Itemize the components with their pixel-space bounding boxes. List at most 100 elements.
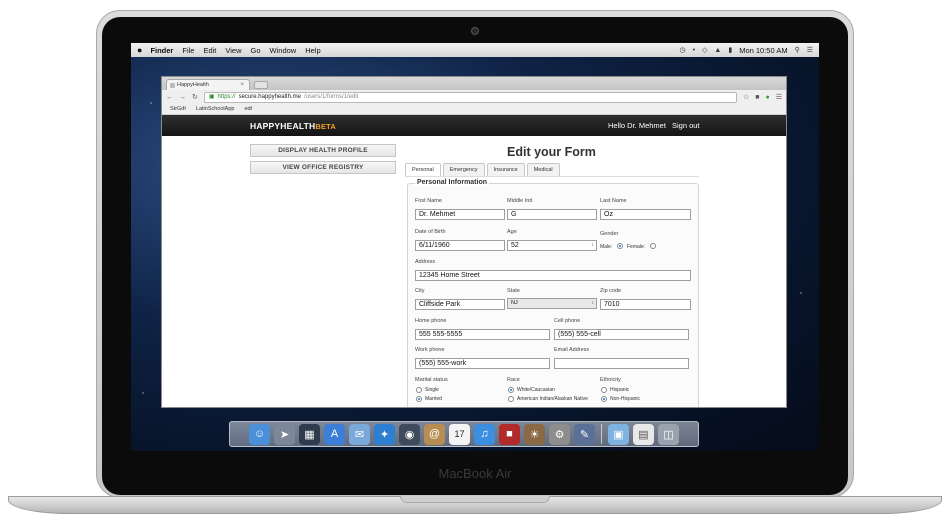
menu-help[interactable]: Help — [305, 46, 320, 55]
ethnicity-hispanic-radio[interactable] — [601, 387, 607, 393]
wifi-icon[interactable]: ◇ — [702, 46, 707, 54]
launchpad-icon[interactable]: ➤ — [274, 423, 295, 445]
age-label: Age — [507, 229, 517, 235]
system-preferences-icon[interactable]: ⚙ — [549, 423, 570, 445]
dock-separator — [601, 424, 602, 444]
marital-married-radio[interactable] — [416, 396, 422, 402]
new-tab-button[interactable] — [254, 81, 268, 89]
close-tab-icon[interactable]: × — [240, 82, 244, 88]
work-phone-label: Work phone — [415, 347, 445, 353]
forward-arrow-icon[interactable]: → — [179, 94, 186, 101]
browser-tabbar: HappyHealth × — [162, 77, 786, 90]
gender-male-radio[interactable] — [617, 243, 623, 249]
gender-female-radio[interactable] — [650, 243, 656, 249]
cell-phone-input[interactable]: (555) 555-cell — [554, 329, 689, 340]
race-native-radio[interactable] — [508, 396, 514, 402]
race-white-radio[interactable] — [508, 387, 514, 393]
tab-medical[interactable]: Medical — [526, 163, 560, 177]
tab-personal[interactable]: Personal — [405, 163, 441, 177]
browser-window: HappyHealth × ← → ↻ ▣ https://secure.hap… — [161, 76, 787, 408]
app-store-icon[interactable]: A — [324, 423, 345, 445]
greeting-text: Hello Dr. Mehmet — [608, 121, 666, 130]
ethnicity-non-hispanic-radio[interactable] — [601, 396, 607, 402]
cell-phone-label: Cell phone — [554, 318, 581, 324]
ethnicity-hispanic-label: Hispanic — [610, 387, 630, 393]
textedit-icon[interactable]: ✎ — [574, 423, 595, 445]
volume-icon[interactable]: ▲ — [714, 47, 721, 54]
city-label: City — [415, 288, 425, 294]
logo-beta: BETA — [315, 122, 336, 131]
trash-icon[interactable]: ◫ — [658, 423, 679, 445]
chrome-menu-icon[interactable]: ☰ — [776, 93, 782, 101]
extension-icon[interactable]: ■ — [755, 94, 759, 101]
stepper-arrows-icon[interactable]: ↕ — [592, 241, 595, 250]
middle-init-input[interactable]: G — [507, 209, 597, 220]
bookmarks-bar: StrGdt LatinSchoolApp edt — [162, 104, 786, 115]
menu-edit[interactable]: Edit — [203, 46, 216, 55]
mission-control-icon[interactable]: ▦ — [299, 423, 320, 445]
marital-single-radio[interactable] — [416, 387, 422, 393]
address-bar[interactable]: ▣ https://secure.happyhealth.me/users/1/… — [203, 91, 737, 103]
tab-emergency[interactable]: Emergency — [442, 163, 485, 177]
work-phone-input[interactable]: (555) 555-work — [415, 358, 550, 369]
spotlight-search-icon[interactable]: ⚲ — [795, 46, 800, 54]
mail-icon[interactable]: ✉ — [349, 423, 370, 445]
bookmark-star-icon[interactable]: ☆ — [743, 93, 749, 101]
browser-tab[interactable]: HappyHealth × — [166, 79, 250, 90]
documents-icon[interactable]: ▤ — [633, 423, 654, 445]
contacts-icon[interactable]: @ — [424, 423, 445, 445]
last-name-label: Last Name — [600, 198, 627, 204]
back-arrow-icon[interactable]: ← — [166, 94, 173, 101]
menu-window[interactable]: Window — [270, 46, 297, 55]
facetime-icon[interactable]: ◉ — [399, 423, 420, 445]
tab-insurance[interactable]: Insurance — [486, 163, 525, 177]
view-office-registry-button[interactable]: VIEW OFFICE REGISTRY — [250, 161, 396, 174]
age-stepper[interactable]: 52 ↕ — [507, 240, 597, 251]
bookmark-item[interactable]: edt — [244, 106, 252, 112]
iphoto-icon[interactable]: ☀ — [524, 423, 545, 445]
dob-label: Date of Birth — [415, 229, 446, 235]
time-machine-icon[interactable]: ◷ — [679, 46, 685, 54]
calendar-icon[interactable]: 17 — [449, 423, 470, 445]
zip-input[interactable]: 7010 — [600, 299, 691, 310]
first-name-input[interactable]: Dr. Mehmet — [415, 209, 505, 220]
apple-menu-icon[interactable]: ● — [137, 45, 142, 55]
menu-app-name[interactable]: Finder — [150, 46, 173, 55]
itunes-icon[interactable]: ♫ — [474, 423, 495, 445]
browser-toolbar: ← → ↻ ▣ https://secure.happyhealth.me/us… — [162, 90, 786, 104]
bookmark-item[interactable]: StrGdt — [170, 106, 186, 112]
email-input[interactable] — [554, 358, 689, 369]
display-health-profile-button[interactable]: DISPLAY HEALTH PROFILE — [250, 144, 396, 157]
folder-icon[interactable]: ▣ — [608, 423, 629, 445]
city-input[interactable]: Cliffside Park — [415, 299, 505, 310]
middle-init-label: Middle Init. — [507, 198, 534, 204]
site-header: HAPPYHEALTHBETA Hello Dr. Mehmet Sign ou… — [162, 115, 786, 136]
favicon-icon — [170, 83, 175, 88]
sign-out-link[interactable]: Sign out — [672, 121, 700, 130]
menubar-clock[interactable]: Mon 10:50 AM — [739, 46, 787, 55]
site-logo[interactable]: HAPPYHEALTHBETA — [250, 121, 336, 131]
notification-center-icon[interactable]: ☰ — [807, 46, 813, 54]
menu-view[interactable]: View — [225, 46, 241, 55]
home-phone-input[interactable]: 555 555-5555 — [415, 329, 550, 340]
last-name-input[interactable]: Oz — [600, 209, 691, 220]
email-label: Email Address — [554, 347, 590, 353]
battery-icon[interactable]: ▮ — [728, 46, 732, 54]
browser-tab-title: HappyHealth — [177, 82, 209, 88]
evernote-icon[interactable]: ● — [765, 94, 769, 101]
marital-married-label: Married — [425, 396, 442, 402]
dob-input[interactable]: 6/11/1960 — [415, 240, 505, 251]
finder-icon[interactable]: ☺ — [249, 423, 270, 445]
photo-booth-icon[interactable]: ■ — [499, 423, 520, 445]
safari-icon[interactable]: ✦ — [374, 423, 395, 445]
home-phone-label: Home phone — [415, 318, 447, 324]
bluetooth-icon[interactable]: • — [693, 47, 695, 54]
bookmark-item[interactable]: LatinSchoolApp — [196, 106, 235, 112]
reload-icon[interactable]: ↻ — [192, 93, 198, 101]
menu-go[interactable]: Go — [251, 46, 261, 55]
marital-status-label: Marital status — [415, 377, 448, 383]
address-input[interactable]: 12345 Home Street — [415, 270, 691, 281]
age-value: 52 — [511, 242, 519, 249]
state-select[interactable]: NJ ↕ — [507, 298, 597, 309]
menu-file[interactable]: File — [182, 46, 194, 55]
